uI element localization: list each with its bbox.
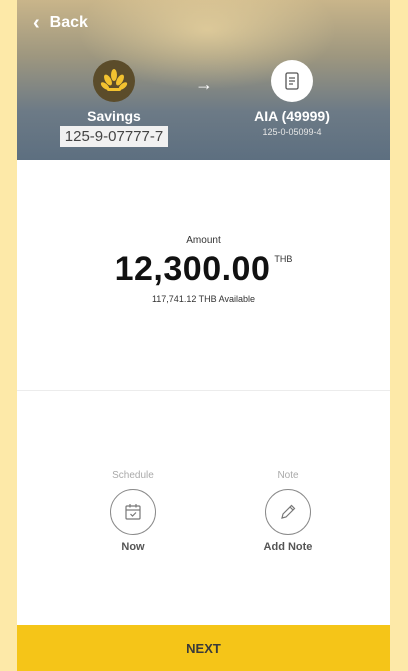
back-button[interactable]: ‹ Back	[33, 12, 88, 34]
note-label: Note	[277, 470, 299, 481]
bank-logo-icon	[93, 60, 135, 102]
divider	[17, 390, 390, 391]
to-account: AIA (49999) 125-0-05099-4	[217, 60, 367, 137]
back-label: Back	[49, 14, 88, 31]
calendar-icon	[125, 504, 141, 520]
amount-section[interactable]: Amount 12,300.00 THB 117,741.12 THB Avail…	[17, 160, 390, 390]
arrow-right-icon: →	[195, 74, 213, 94]
amount-currency: THB	[274, 254, 293, 264]
from-account: Savings 125-9-07777-7	[39, 60, 189, 147]
amount-value-row: 12,300.00 THB	[17, 250, 390, 289]
bill-icon	[271, 60, 313, 102]
schedule-label: Schedule	[112, 470, 154, 481]
to-account-name: AIA (49999)	[254, 108, 330, 124]
amount-label: Amount	[186, 235, 221, 246]
schedule-button[interactable]	[110, 489, 156, 535]
add-note-button[interactable]	[265, 489, 311, 535]
from-account-name: Savings	[87, 108, 141, 124]
from-account-number: 125-9-07777-7	[59, 126, 169, 147]
available-balance: 117,741.12 THB Available	[151, 294, 256, 304]
note-option: Note Add Note	[243, 470, 333, 553]
schedule-option: Schedule Now	[88, 470, 178, 553]
amount-value: 12,300.00	[114, 250, 271, 288]
to-account-number: 125-0-05099-4	[262, 127, 322, 137]
transfer-header: ‹ Back Savings 125-9-07777-7 → AIA (4999…	[17, 0, 390, 160]
note-value: Add Note	[263, 541, 313, 553]
chevron-left-icon: ‹	[33, 12, 40, 34]
pencil-icon	[281, 504, 296, 519]
next-button[interactable]: NEXT	[17, 625, 390, 671]
transfer-screen: ‹ Back Savings 125-9-07777-7 → AIA (4999…	[17, 0, 390, 671]
schedule-value: Now	[121, 541, 145, 553]
